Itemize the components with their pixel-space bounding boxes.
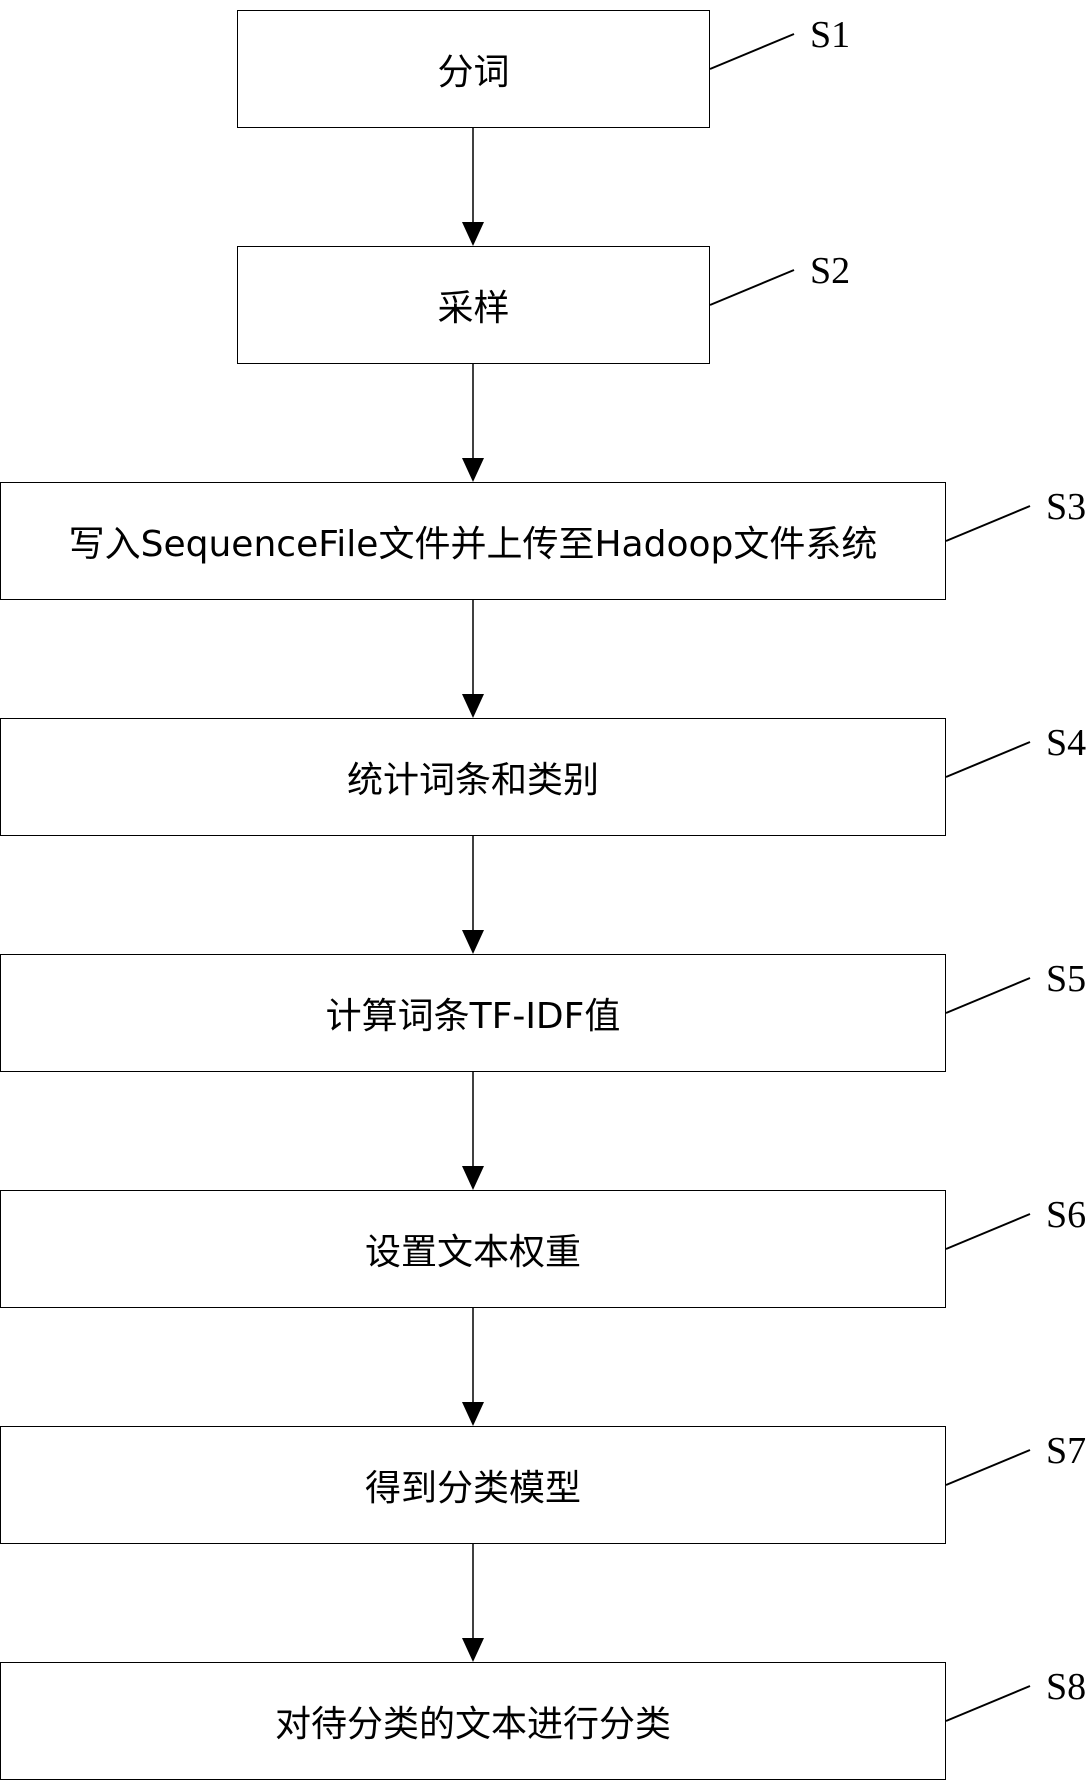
step-box-s3: 写入SequenceFile文件并上传至Hadoop文件系统 — [0, 482, 946, 600]
arrowhead-icon — [462, 1638, 484, 1662]
step-label-s8: S8 — [1046, 1666, 1087, 1708]
leader-line-s2 — [709, 269, 795, 306]
leader-line-s4 — [945, 741, 1031, 778]
step-box-s7: 得到分类模型 — [0, 1426, 946, 1544]
arrowhead-icon — [462, 458, 484, 482]
leader-line-s3 — [945, 505, 1031, 542]
step-label-s1: S1 — [810, 14, 851, 56]
arrowhead-icon — [462, 1166, 484, 1190]
step-box-s4: 统计词条和类别 — [0, 718, 946, 836]
arrowhead-icon — [462, 222, 484, 246]
step-text-s6: 设置文本权重 — [364, 1232, 581, 1273]
step-box-s1: 分词 — [237, 10, 710, 128]
leader-line-s6 — [945, 1213, 1031, 1250]
leader-line-s1 — [709, 33, 795, 70]
step-label-s5: S5 — [1046, 958, 1087, 1000]
step-box-s5: 计算词条TF-IDF值 — [0, 954, 946, 1072]
step-box-s6: 设置文本权重 — [0, 1190, 946, 1308]
leader-line-s7 — [945, 1449, 1031, 1486]
arrowhead-icon — [462, 694, 484, 718]
step-text-s3: 写入SequenceFile文件并上传至Hadoop文件系统 — [68, 524, 878, 565]
step-label-s2: S2 — [810, 250, 851, 292]
step-text-s5: 计算词条TF-IDF值 — [325, 996, 621, 1037]
flowchart: 分词 采样 写入SequenceFile文件并上传至Hadoop文件系统 统计词… — [0, 0, 1088, 1784]
step-box-s2: 采样 — [237, 246, 710, 364]
arrowhead-icon — [462, 930, 484, 954]
step-label-s4: S4 — [1046, 722, 1087, 764]
leader-line-s8 — [945, 1685, 1031, 1722]
step-text-s4: 统计词条和类别 — [346, 760, 599, 801]
step-text-s2: 采样 — [437, 288, 510, 329]
step-label-s7: S7 — [1046, 1430, 1087, 1472]
step-box-s8: 对待分类的文本进行分类 — [0, 1662, 946, 1780]
arrowhead-icon — [462, 1402, 484, 1426]
step-text-s7: 得到分类模型 — [364, 1468, 581, 1509]
step-label-s6: S6 — [1046, 1194, 1087, 1236]
step-text-s1: 分词 — [437, 52, 510, 93]
step-label-s3: S3 — [1046, 486, 1087, 528]
step-text-s8: 对待分类的文本进行分类 — [274, 1704, 671, 1745]
leader-line-s5 — [945, 977, 1031, 1014]
